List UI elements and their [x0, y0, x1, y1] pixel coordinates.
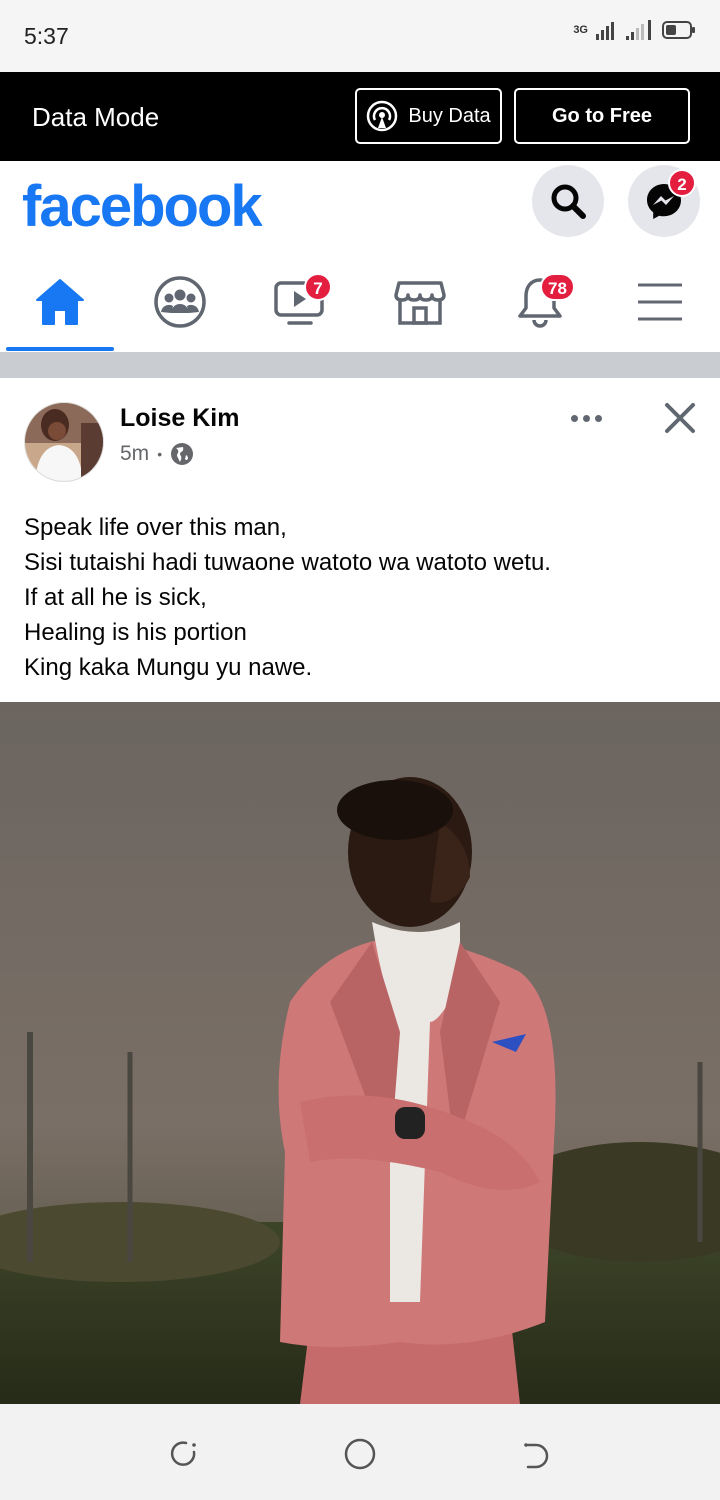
post-text-line: Healing is his portion: [24, 619, 247, 646]
signal-weak-icon: [626, 20, 651, 40]
status-icons: 3G: [573, 20, 696, 40]
post-text: Speak life over this man, Sisi tutaishi …: [24, 510, 704, 685]
messenger-button[interactable]: 2: [628, 165, 700, 237]
go-to-free-button[interactable]: Go to Free: [514, 88, 690, 144]
marketplace-icon: [394, 280, 446, 325]
author-avatar[interactable]: [24, 402, 104, 482]
dot: [570, 414, 578, 422]
watch-badge: 7: [304, 273, 332, 301]
tab-marketplace[interactable]: [360, 251, 480, 352]
close-icon: [665, 403, 695, 433]
tab-groups[interactable]: [120, 251, 240, 352]
signal-strong-icon: [596, 22, 614, 40]
search-button[interactable]: [532, 165, 604, 237]
post-options-button[interactable]: [566, 406, 606, 430]
tab-home[interactable]: [0, 251, 120, 352]
active-tab-indicator: [6, 347, 114, 351]
tab-notifications[interactable]: 78: [480, 251, 600, 352]
feed-divider: [0, 352, 720, 378]
groups-icon: [154, 275, 206, 328]
home-icon: [36, 278, 84, 325]
back-icon: [524, 1443, 549, 1469]
meta-separator: •: [157, 446, 163, 462]
tab-watch[interactable]: 7: [240, 251, 360, 352]
data-mode-title: Data Mode: [32, 102, 160, 132]
feed-post: Loise Kim 5m • Speak life over this man,…: [0, 378, 720, 1404]
post-photo[interactable]: [0, 702, 720, 1404]
home-circle-icon: [344, 1438, 376, 1470]
recent-apps-icon: [170, 1441, 196, 1466]
back-button[interactable]: [516, 1434, 556, 1474]
facebook-header: facebook 2: [0, 161, 720, 251]
avatar-photo: [25, 403, 103, 481]
status-bar: 5:37 3G: [0, 0, 720, 72]
search-icon: [551, 184, 586, 219]
post-text-line: Sisi tutaishi hadi tuwaone watoto wa wat…: [24, 549, 551, 576]
facebook-logo[interactable]: facebook: [22, 173, 263, 240]
post-photo-image: [0, 702, 720, 1404]
home-button[interactable]: [340, 1434, 380, 1474]
notifications-badge: 78: [540, 273, 575, 301]
battery-icon: [662, 21, 695, 39]
nav-tabs: 7 78: [0, 251, 720, 352]
post-meta: 5m •: [120, 442, 194, 466]
broadcast-icon: [367, 100, 398, 132]
post-text-line: King kaka Mungu yu nawe.: [24, 654, 313, 681]
buy-data-label: Buy Data: [408, 104, 491, 127]
post-text-line: If at all he is sick,: [24, 584, 207, 611]
tab-menu[interactable]: [600, 251, 720, 352]
post-author-name[interactable]: Loise Kim: [120, 404, 239, 433]
status-time: 5:37: [24, 23, 69, 49]
menu-icon: [638, 283, 682, 320]
network-type-label: 3G: [573, 24, 588, 36]
go-to-free-label: Go to Free: [551, 104, 652, 127]
dot: [594, 414, 602, 422]
hide-post-button[interactable]: [660, 398, 700, 438]
globe-icon: [171, 443, 194, 465]
messenger-badge: 2: [668, 169, 696, 197]
post-text-line: Speak life over this man,: [24, 514, 287, 541]
system-nav-bar: [0, 1404, 720, 1500]
buy-data-button[interactable]: Buy Data: [355, 88, 502, 144]
post-timestamp[interactable]: 5m: [120, 442, 149, 466]
recent-apps-button[interactable]: [164, 1434, 204, 1474]
data-mode-bar: Data Mode Buy Data Go to Free: [0, 72, 720, 161]
dot: [582, 414, 590, 422]
